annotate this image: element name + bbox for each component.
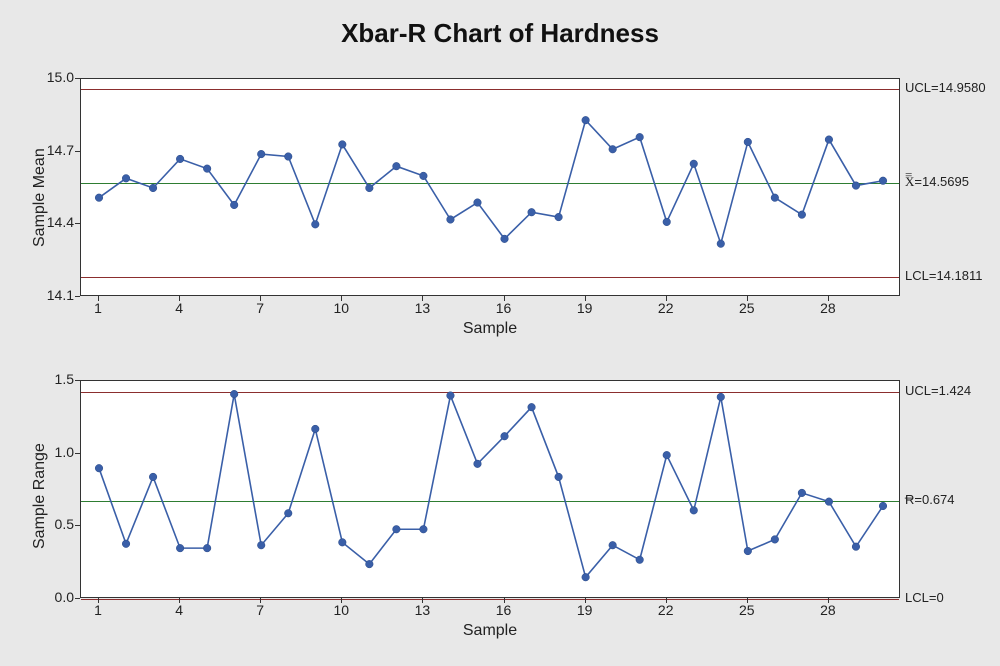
xbar-x-tick: 10 — [326, 300, 356, 316]
range-y-tick: 0.5 — [34, 516, 74, 532]
range-chart-area — [80, 380, 900, 598]
range-y-tick: 1.5 — [34, 371, 74, 387]
xbar-lcl-label: LCL=14.1811 — [905, 268, 982, 283]
xbar-y-tick: 15.0 — [34, 69, 74, 85]
xbar-chart-area — [80, 78, 900, 296]
range-x-tick: 4 — [164, 602, 194, 618]
range-lcl-label: LCL=0 — [905, 590, 944, 605]
xbar-y-tick: 14.1 — [34, 287, 74, 303]
range-y-tick: 0.0 — [34, 589, 74, 605]
range-x-tick: 13 — [407, 602, 437, 618]
xbar-x-tick: 22 — [651, 300, 681, 316]
range-x-tick: 10 — [326, 602, 356, 618]
xbar-y-tick: 14.4 — [34, 214, 74, 230]
range-x-tick: 28 — [813, 602, 843, 618]
xbar-center-label: X==14.5695 — [905, 174, 969, 190]
range-lcl-line — [81, 599, 899, 600]
range-ucl-label: UCL=1.424 — [905, 383, 971, 398]
range-center-label: R_=0.674 — [905, 492, 955, 507]
range-x-tick: 16 — [489, 602, 519, 618]
range-x-tick: 7 — [245, 602, 275, 618]
chart-title: Xbar-R Chart of Hardness — [0, 0, 1000, 49]
range-series — [81, 381, 899, 597]
xbar-y-tick: 14.7 — [34, 142, 74, 158]
xbar-x-tick: 25 — [732, 300, 762, 316]
xbar-x-tick: 13 — [407, 300, 437, 316]
xbar-x-tick: 16 — [489, 300, 519, 316]
range-x-axis-label: Sample — [440, 622, 540, 640]
xbar-x-tick: 1 — [83, 300, 113, 316]
xbar-series — [81, 79, 899, 295]
xbar-x-axis-label: Sample — [440, 320, 540, 338]
range-x-tick: 1 — [83, 602, 113, 618]
range-x-tick: 22 — [651, 602, 681, 618]
range-x-tick: 25 — [732, 602, 762, 618]
range-y-tick: 1.0 — [34, 444, 74, 460]
range-x-tick: 19 — [570, 602, 600, 618]
xbar-x-tick: 4 — [164, 300, 194, 316]
xbar-x-tick: 28 — [813, 300, 843, 316]
xbar-x-tick: 19 — [570, 300, 600, 316]
xbar-ucl-label: UCL=14.9580 — [905, 80, 986, 95]
xbar-x-tick: 7 — [245, 300, 275, 316]
